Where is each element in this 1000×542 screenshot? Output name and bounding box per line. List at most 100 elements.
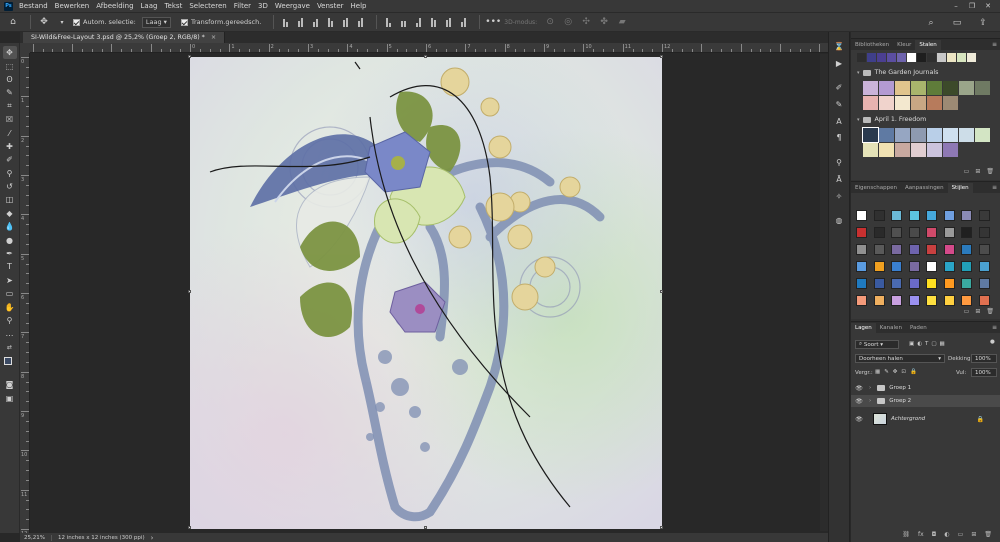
lasso-tool-icon[interactable]: ʘ — [3, 73, 17, 86]
path-select-tool-icon[interactable]: ➤ — [3, 274, 17, 287]
history-icon[interactable]: ⌛ — [832, 40, 846, 53]
blur-tool-icon[interactable]: 💧 — [3, 220, 17, 233]
tab-stalen[interactable]: Stalen — [915, 40, 941, 50]
style-preset[interactable] — [943, 295, 955, 306]
style-preset[interactable] — [873, 295, 885, 306]
style-preset[interactable] — [856, 261, 867, 272]
layer-name[interactable]: Achtergrond — [891, 416, 925, 422]
style-preset[interactable] — [908, 210, 920, 221]
panel-menu-icon[interactable]: ≡ — [992, 41, 997, 48]
chevron-right-icon[interactable]: › — [869, 398, 871, 404]
restore-button[interactable]: ❐ — [964, 2, 980, 10]
style-preset[interactable] — [978, 244, 990, 255]
menu-laag[interactable]: Laag — [141, 2, 158, 10]
transform-handle-tl[interactable] — [188, 55, 191, 58]
style-preset[interactable] — [943, 278, 955, 289]
glyphs-icon[interactable]: Ā — [832, 173, 846, 186]
pen-tool-icon[interactable]: ✒ — [3, 247, 17, 260]
tab-aanpassingen[interactable]: Aanpassingen — [901, 183, 948, 193]
document-tab[interactable]: SI-Wild&Free-Layout 3.psd @ 25,2% (Groep… — [23, 32, 226, 43]
tab-kanalen[interactable]: Kanalen — [876, 323, 906, 333]
menu-venster[interactable]: Venster — [317, 2, 344, 10]
minimize-button[interactable]: – — [948, 2, 964, 10]
align-right-icon[interactable] — [310, 17, 320, 27]
align-left-icon[interactable] — [280, 17, 290, 27]
new-layer-icon[interactable]: ⊞ — [971, 531, 976, 538]
photoshop-logo[interactable]: Ps — [4, 1, 13, 11]
quick-mask-icon[interactable]: ◙ — [3, 378, 17, 391]
style-preset[interactable] — [961, 261, 972, 272]
new-swatch-icon[interactable]: ⊞ — [975, 168, 980, 175]
ruler-origin[interactable] — [20, 43, 30, 53]
zoom-tool-icon[interactable]: ⚲ — [3, 314, 17, 327]
rectangle-tool-icon[interactable]: ▭ — [3, 287, 17, 300]
align-middle-icon[interactable] — [340, 17, 350, 27]
color-swatch[interactable] — [943, 96, 958, 110]
type-tool-icon[interactable]: T — [3, 260, 17, 273]
delete-icon[interactable]: 🗑 — [986, 168, 994, 175]
style-preset[interactable] — [908, 295, 920, 306]
color-swatch[interactable] — [907, 53, 916, 62]
layer-style-icon[interactable]: fx — [918, 531, 924, 538]
tab-bibliotheken[interactable]: Bibliotheken — [851, 40, 893, 50]
color-swatch[interactable] — [879, 81, 894, 95]
close-button[interactable]: ✕ — [980, 2, 996, 10]
swatch-group-header[interactable]: ▾ April 1. Freedom — [857, 116, 926, 123]
foreground-color[interactable] — [3, 356, 12, 365]
close-tab-icon[interactable]: × — [211, 34, 216, 41]
marquee-tool-icon[interactable]: ⬚ — [3, 59, 17, 72]
style-preset[interactable] — [891, 295, 902, 306]
home-icon[interactable]: ⌂ — [6, 15, 20, 29]
style-preset[interactable] — [908, 278, 920, 289]
canvas-vertical-scrollbar[interactable] — [820, 54, 828, 531]
menu-bestand[interactable]: Bestand — [19, 2, 48, 10]
crop-tool-icon[interactable]: ⌗ — [3, 100, 17, 113]
opacity-input[interactable]: 100% — [971, 354, 997, 363]
style-preset[interactable] — [961, 244, 972, 255]
horizontal-ruler[interactable]: 0 1 2 3 4 5 6 7 8 9 10 11 12 — [30, 43, 828, 53]
style-preset[interactable] — [926, 278, 937, 289]
transform-controls-checkbox[interactable] — [180, 18, 188, 26]
transform-handle-mr[interactable] — [660, 290, 663, 293]
distribute-top-icon[interactable] — [383, 17, 393, 27]
new-group-icon[interactable]: ▭ — [964, 168, 970, 175]
distribute-right-icon[interactable] — [458, 17, 468, 27]
color-swatch[interactable] — [879, 96, 894, 110]
swap-colors-icon[interactable]: ⇄ — [3, 341, 17, 354]
dodge-tool-icon[interactable]: ● — [3, 233, 17, 246]
style-preset[interactable] — [978, 227, 990, 238]
distribute-hcenter-icon[interactable] — [443, 17, 453, 27]
paths-icon[interactable]: ✧ — [832, 190, 846, 203]
swatch-group-header[interactable]: ▾ The Garden Journals — [857, 69, 938, 76]
brush-settings-icon[interactable]: ✐ — [832, 81, 846, 94]
panel-menu-icon[interactable]: ≡ — [992, 324, 997, 331]
blend-mode-dropdown[interactable]: Doorheen halen ▾ — [855, 354, 945, 363]
menu-bewerken[interactable]: Bewerken — [55, 2, 90, 10]
style-preset[interactable] — [978, 261, 990, 272]
distribute-bottom-icon[interactable] — [413, 17, 423, 27]
style-preset[interactable] — [978, 295, 990, 306]
layer-row[interactable]: 👁 › Groep 2 — [851, 395, 1000, 407]
gradient-tool-icon[interactable]: ◆ — [3, 207, 17, 220]
color-swatch[interactable] — [911, 143, 926, 157]
style-preset[interactable] — [908, 227, 920, 238]
quick-select-tool-icon[interactable]: ✎ — [3, 86, 17, 99]
align-bottom-icon[interactable] — [355, 17, 365, 27]
color-swatch[interactable] — [957, 53, 966, 62]
share-icon[interactable]: ⇪ — [976, 16, 990, 30]
color-swatch[interactable] — [895, 96, 910, 110]
filter-toggle-icon[interactable]: ● — [990, 339, 995, 345]
fill-input[interactable]: 100% — [971, 368, 997, 377]
color-swatch[interactable] — [975, 128, 990, 142]
transform-handle-br[interactable] — [660, 526, 663, 529]
style-preset[interactable] — [908, 261, 920, 272]
color-swatch[interactable] — [857, 53, 866, 62]
style-preset[interactable] — [873, 244, 885, 255]
transform-handle-ml[interactable] — [188, 290, 191, 293]
tab-stijlen[interactable]: Stijlen — [947, 183, 973, 193]
style-preset[interactable] — [856, 295, 867, 306]
style-preset[interactable] — [943, 261, 955, 272]
style-preset[interactable] — [926, 210, 937, 221]
style-preset[interactable] — [943, 244, 955, 255]
color-swatch[interactable] — [967, 53, 976, 62]
